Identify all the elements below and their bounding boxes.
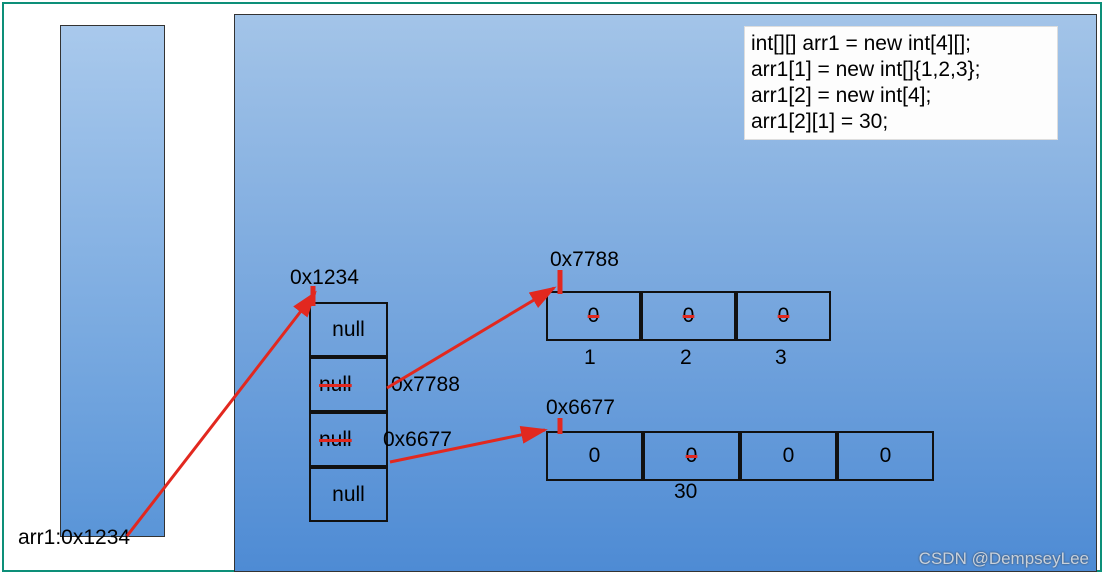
- arr6677-cell-2: 0: [740, 431, 837, 481]
- outer-cell-2-old: null: [319, 428, 352, 452]
- code-line-4: arr1[2][1] = 30;: [751, 109, 1051, 135]
- arr7788-cell-2: 0: [736, 291, 831, 341]
- arr7788-cell-2-new: 3: [775, 346, 787, 370]
- outer-cell-3: null: [309, 467, 388, 522]
- outer-cell-2: null 0x6677: [309, 412, 388, 467]
- arr6677-cell-0-val: 0: [589, 444, 601, 468]
- arr7788-cell-1-new: 2: [680, 346, 692, 370]
- arr7788-cell-0: 0: [546, 291, 641, 341]
- arr6677-cell-3-val: 0: [880, 444, 892, 468]
- arr7788-cell-2-old: 0: [778, 304, 790, 328]
- stack-var-label: arr1:0x1234: [18, 526, 130, 550]
- arr6677-cell-1: 0: [643, 431, 740, 481]
- stack-area: [60, 25, 165, 537]
- outer-cell-1-new: 0x7788: [391, 373, 460, 397]
- arr7788-cell-0-new: 1: [584, 346, 596, 370]
- outer-cell-0: null: [309, 302, 388, 357]
- arr6677-cell-1-old: 0: [686, 444, 698, 468]
- code-line-3: arr1[2] = new int[4];: [751, 83, 1051, 109]
- arr6677-cell-3: 0: [837, 431, 934, 481]
- outer-cell-1: null 0x7788: [309, 357, 388, 412]
- arr7788-cell-1: 0: [641, 291, 736, 341]
- outer-array-address: 0x1234: [290, 266, 359, 290]
- watermark: CSDN @DempseyLee: [919, 549, 1089, 569]
- outer-cell-2-new: 0x6677: [383, 428, 452, 452]
- arr7788-address: 0x7788: [550, 248, 619, 272]
- outer-cell-3-val: null: [332, 483, 365, 507]
- arr6677-cell-2-val: 0: [783, 444, 795, 468]
- arr7788-cell-1-old: 0: [683, 304, 695, 328]
- arr6677-address: 0x6677: [546, 396, 615, 420]
- outer-cell-0-val: null: [332, 318, 365, 342]
- code-line-1: int[][] arr1 = new int[4][];: [751, 31, 1051, 57]
- arr7788-cell-0-old: 0: [588, 304, 600, 328]
- arr6677-cell-0: 0: [546, 431, 643, 481]
- code-line-2: arr1[1] = new int[]{1,2,3};: [751, 57, 1051, 83]
- arr6677-cell-1-new: 30: [674, 480, 697, 504]
- code-block: int[][] arr1 = new int[4][]; arr1[1] = n…: [744, 26, 1058, 140]
- outer-cell-1-old: null: [319, 373, 352, 397]
